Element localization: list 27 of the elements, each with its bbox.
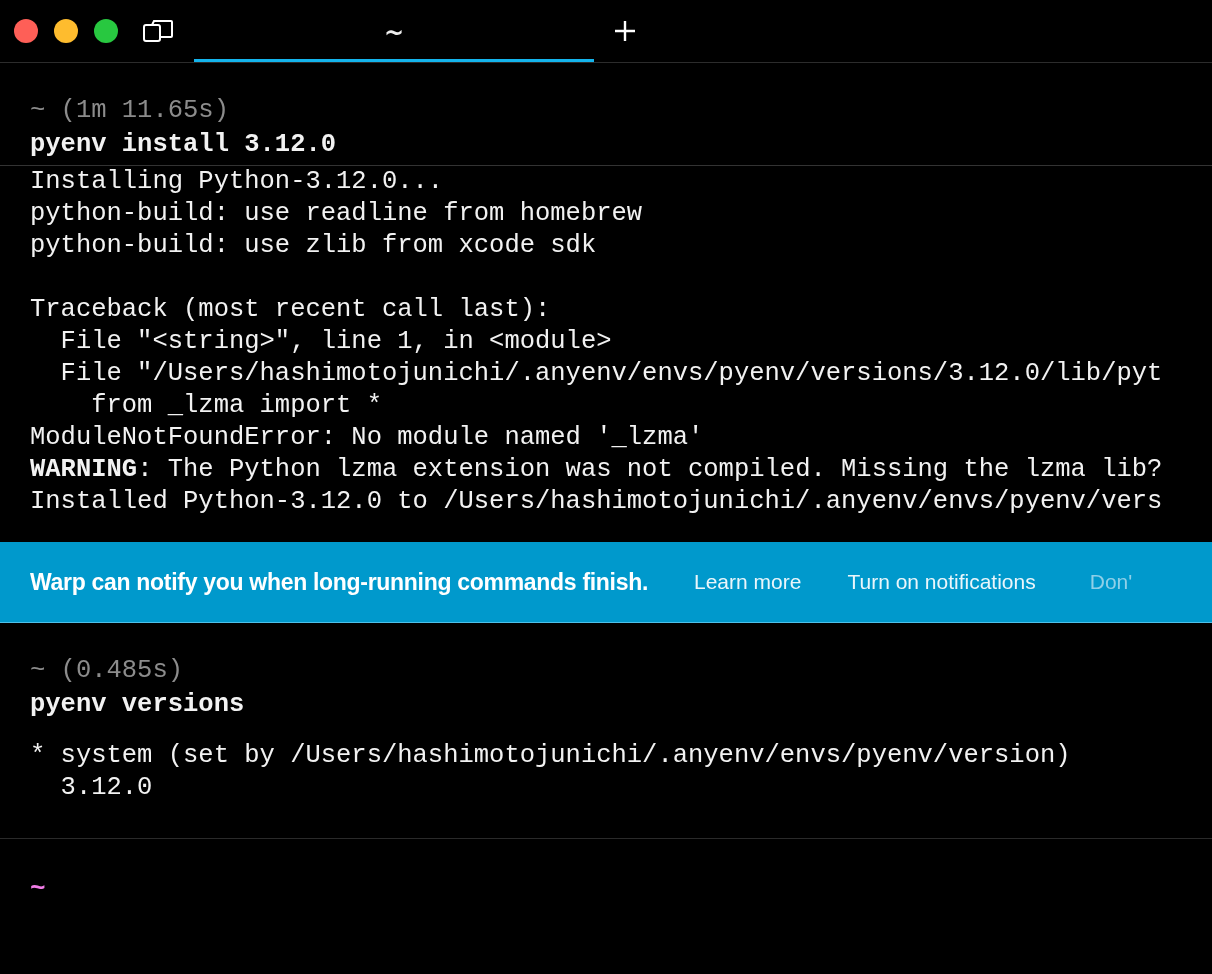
block-header: ~ (1m 11.65s) bbox=[29, 95, 230, 127]
tab[interactable]: ~ bbox=[194, 0, 594, 62]
output-line: Installing Python-3.12.0... bbox=[29, 166, 445, 198]
maximize-button[interactable] bbox=[94, 19, 118, 43]
close-button[interactable] bbox=[14, 19, 38, 43]
banner-message: Warp can notify you when long-running commands finish. bbox=[30, 568, 648, 596]
output-line: 3.12.0 bbox=[59, 772, 154, 804]
panes-icon[interactable] bbox=[142, 19, 174, 43]
prompt-symbol: ~ bbox=[30, 874, 46, 904]
command-text: pyenv versions bbox=[29, 689, 246, 721]
block-header: ~ (0.485s) bbox=[29, 655, 185, 687]
output-line: WARNING: The Python lzma extension was not compiled. Missing the lzma lib? bbox=[29, 454, 1164, 486]
minimize-button[interactable] bbox=[54, 19, 78, 43]
output-line: File "/Users/hashimotojunichi/.anyenv/envs/pyenv/versions/3.12.0/lib/pyt bbox=[59, 358, 1164, 390]
output-line: Traceback (most recent call last): bbox=[29, 294, 552, 326]
output-line: * system (set by /Users/hashimotojunichi/.anyenv/envs/pyenv/version) bbox=[29, 740, 1072, 772]
banner-link[interactable]: Don' bbox=[1089, 570, 1133, 594]
output-line: python-build: use readline from homebrew bbox=[29, 198, 644, 230]
plus-icon[interactable] bbox=[614, 20, 636, 42]
banner-link[interactable]: Learn more bbox=[694, 570, 802, 594]
output-line: ModuleNotFoundError: No module named '_lzma' bbox=[29, 422, 705, 454]
output-line: from _lzma import * bbox=[90, 390, 383, 422]
output-line: python-build: use zlib from xcode sdk bbox=[29, 230, 598, 262]
output-line: Installed Python-3.12.0 to /Users/hashimotojunichi/.anyenv/envs/pyenv/vers bbox=[29, 486, 1164, 518]
command-text: pyenv install 3.12.0 bbox=[29, 129, 338, 161]
output-line: File "<string>", line 1, in <module> bbox=[59, 326, 613, 358]
banner-link[interactable]: Turn on notifications bbox=[847, 570, 1036, 594]
